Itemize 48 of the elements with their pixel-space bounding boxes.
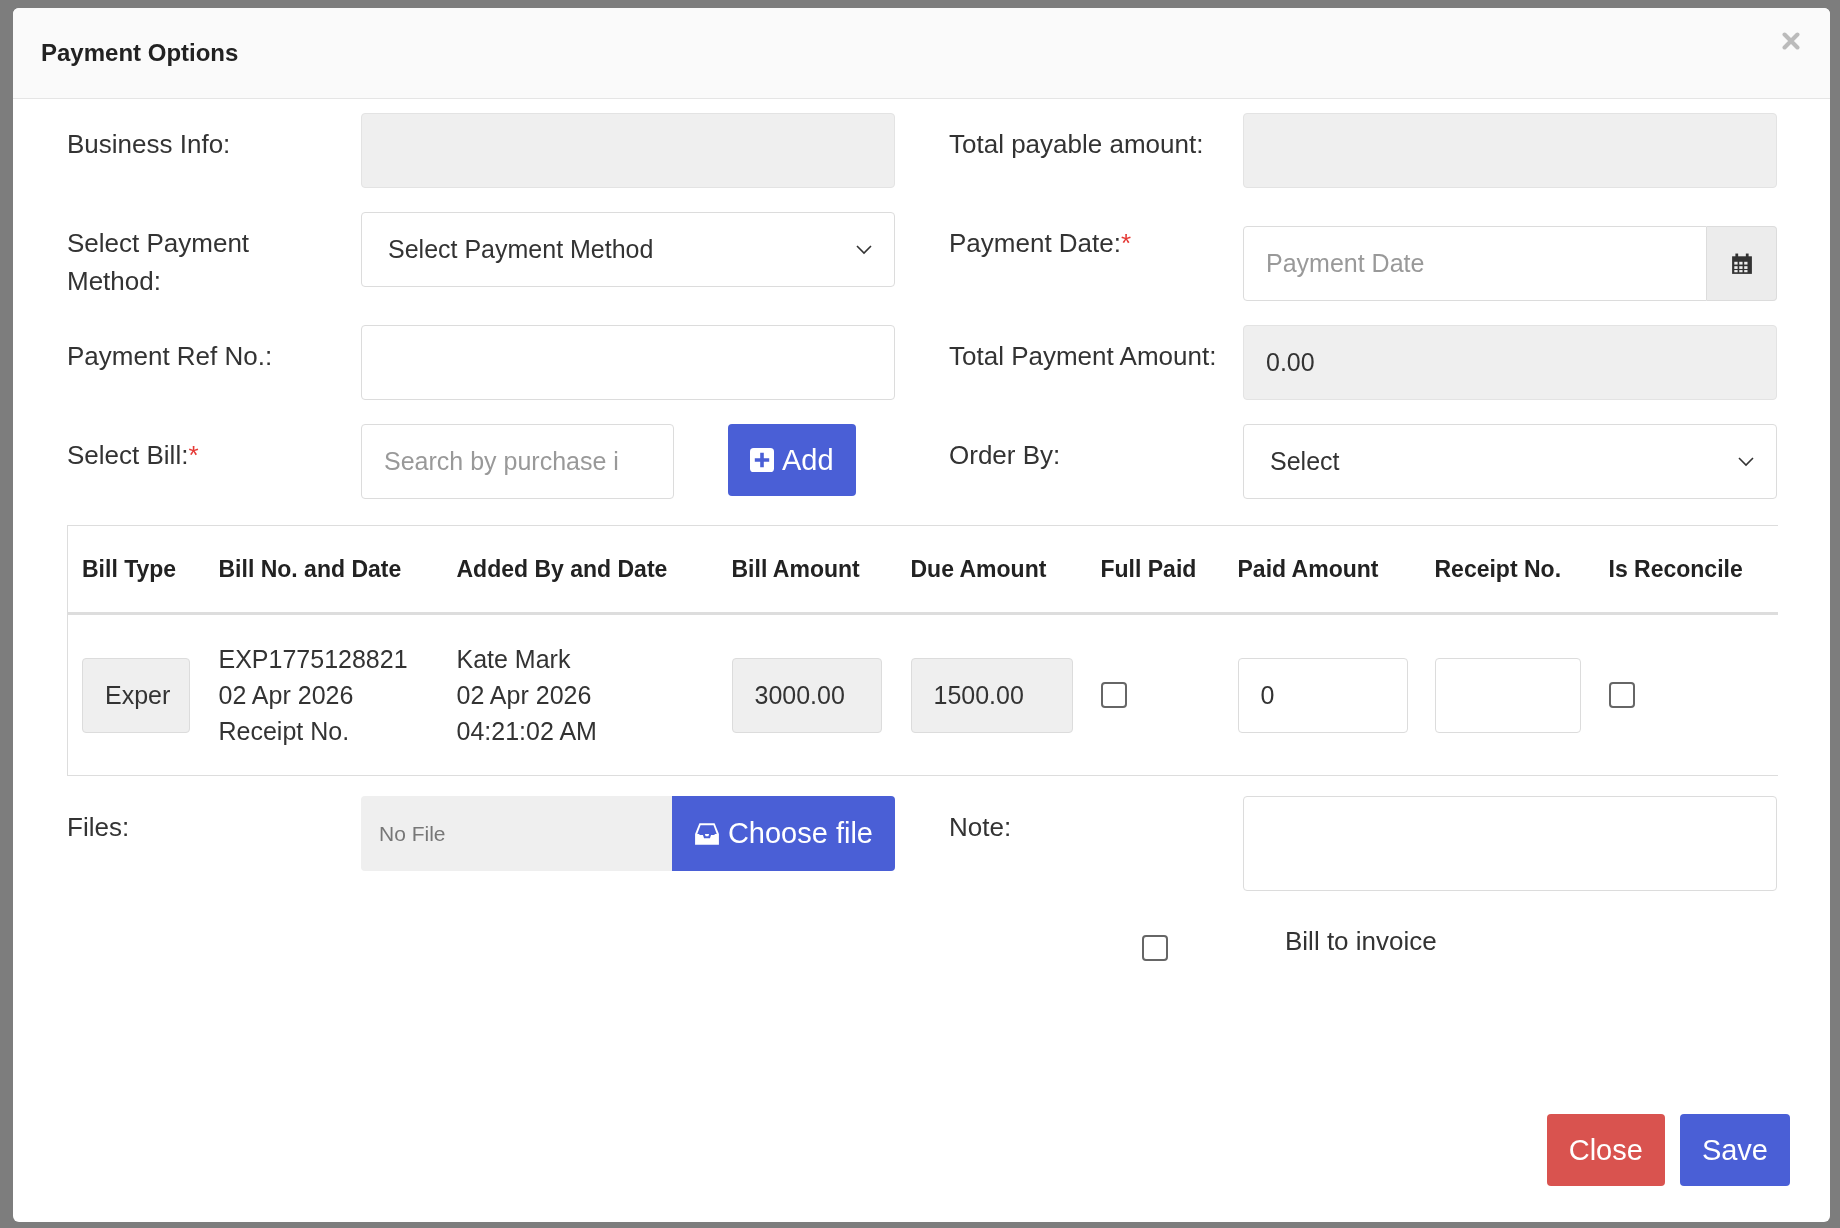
column-header: Paid Amount [1237,555,1379,582]
bill-amount-field: 3000.00 [731,657,882,733]
receipt-input[interactable] [1434,657,1581,733]
column-header: Is Reconcile [1608,555,1743,582]
column-header: Due Amount [910,555,1047,582]
add-button[interactable]: Add [728,424,856,496]
dialog-title: Payment Options [41,39,239,67]
bill-type-field: Exper [82,657,190,733]
column-header: Added By and Date [456,555,668,582]
field-label: Total payable amount: [949,128,1205,161]
field-label: Total Payment Amount: [949,340,1218,373]
date-input[interactable]: Payment Date [1243,226,1707,301]
field-label: Note: [949,811,1013,844]
column-header: Full Paid [1100,555,1197,582]
select-dropdown[interactable]: Select [1243,424,1777,499]
field-label: Files: [67,811,131,844]
field-label: Business Info: [67,128,232,161]
inbox-tray-icon [693,821,720,846]
search-input[interactable]: Search by purchase i [361,424,674,499]
select-dropdown[interactable]: Select Payment Method [361,212,895,287]
table-cell-text: Kate Mark 02 Apr 2026 04:21:02 AM [456,644,598,747]
plus-icon [750,448,774,472]
field-label: Select Payment Method: [67,227,251,298]
checkbox[interactable] [1142,935,1168,961]
chevron-down-icon [1738,456,1754,467]
save-button[interactable]: Save [1679,1114,1790,1186]
column-header: Bill Type [82,555,177,582]
chevron-down-icon [856,244,872,255]
checkbox[interactable] [1100,682,1127,708]
readonly-field: 0.00 [1243,325,1777,400]
paid-amount-input[interactable]: 0 [1237,657,1408,733]
due-amount-field: 1500.00 [910,657,1073,733]
column-header: Receipt No. [1434,555,1562,582]
column-header: Bill No. and Date [218,555,402,582]
checkbox-label: Bill to invoice [1285,925,1437,957]
field-label: Select Bill:* [67,439,200,472]
calendar-icon [1730,252,1753,275]
close-button[interactable]: Close [1546,1114,1665,1186]
field-label: Payment Ref No.: [67,340,274,373]
text-input[interactable] [361,325,895,400]
column-header: Bill Amount [731,555,860,582]
checkbox[interactable] [1608,682,1635,708]
field-label: Payment Date:* [949,227,1133,260]
file-name-field: No File [361,796,672,871]
field-label: Order By: [949,439,1062,472]
calendar-button[interactable] [1707,226,1777,301]
table-cell-text: EXP1775128821 02 Apr 2026 Receipt No. [218,644,409,747]
choose-file-button[interactable]: Choose file [671,796,895,871]
